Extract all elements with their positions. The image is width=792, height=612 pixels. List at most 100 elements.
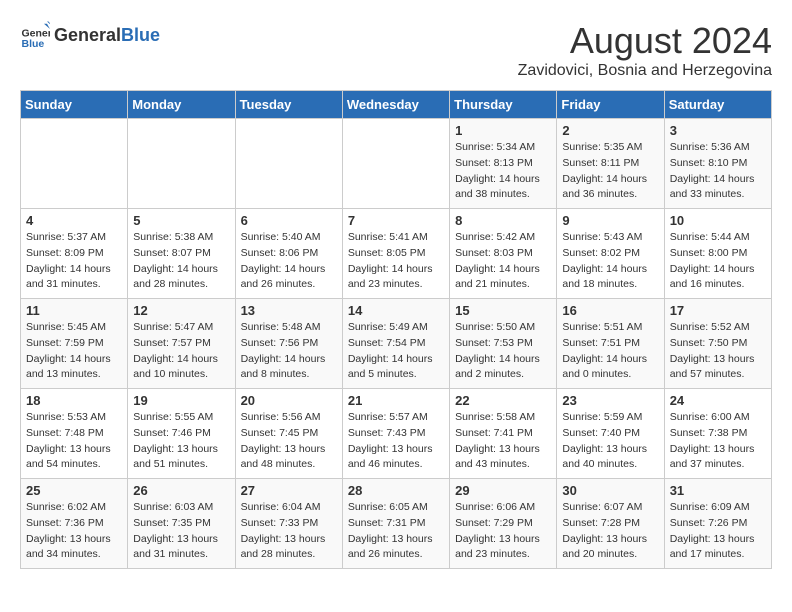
day-info: Sunrise: 5:44 AM Sunset: 8:00 PM Dayligh…	[670, 230, 766, 293]
day-number: 6	[241, 213, 337, 228]
calendar-week-4: 18 Sunrise: 5:53 AM Sunset: 7:48 PM Dayli…	[21, 389, 772, 479]
calendar-cell: 6 Sunrise: 5:40 AM Sunset: 8:06 PM Daylig…	[235, 209, 342, 299]
weekday-header-saturday: Saturday	[664, 91, 771, 119]
day-number: 23	[562, 393, 658, 408]
day-info: Sunrise: 6:03 AM Sunset: 7:35 PM Dayligh…	[133, 500, 229, 563]
calendar-cell	[235, 119, 342, 209]
day-info: Sunrise: 5:56 AM Sunset: 7:45 PM Dayligh…	[241, 410, 337, 473]
calendar-cell: 15Sunrise: 5:50 AM Sunset: 7:53 PM Dayli…	[450, 299, 557, 389]
day-number: 11	[26, 303, 122, 318]
day-number: 3	[670, 123, 766, 138]
day-info: Sunrise: 5:48 AM Sunset: 7:56 PM Dayligh…	[241, 320, 337, 383]
weekday-header-wednesday: Wednesday	[342, 91, 449, 119]
day-info: Sunrise: 5:42 AM Sunset: 8:03 PM Dayligh…	[455, 230, 551, 293]
calendar-cell: 19 Sunrise: 5:55 AM Sunset: 7:46 PM Dayli…	[128, 389, 235, 479]
svg-text:Blue: Blue	[22, 38, 45, 50]
calendar-cell: 18 Sunrise: 5:53 AM Sunset: 7:48 PM Dayli…	[21, 389, 128, 479]
day-number: 29	[455, 483, 551, 498]
logo-icon: General Blue	[20, 20, 50, 50]
day-info: Sunrise: 5:52 AM Sunset: 7:50 PM Dayligh…	[670, 320, 766, 383]
calendar-cell: 9 Sunrise: 5:43 AM Sunset: 8:02 PM Daylig…	[557, 209, 664, 299]
day-info: Sunrise: 5:47 AM Sunset: 7:57 PM Dayligh…	[133, 320, 229, 383]
day-info: Sunrise: 5:37 AM Sunset: 8:09 PM Dayligh…	[26, 230, 122, 293]
day-info: Sunrise: 5:41 AM Sunset: 8:05 PM Dayligh…	[348, 230, 444, 293]
weekday-header-sunday: Sunday	[21, 91, 128, 119]
calendar-cell: 5 Sunrise: 5:38 AM Sunset: 8:07 PM Daylig…	[128, 209, 235, 299]
day-info: Sunrise: 5:36 AM Sunset: 8:10 PM Dayligh…	[670, 140, 766, 203]
calendar-cell: 17Sunrise: 5:52 AM Sunset: 7:50 PM Dayli…	[664, 299, 771, 389]
day-info: Sunrise: 5:43 AM Sunset: 8:02 PM Dayligh…	[562, 230, 658, 293]
calendar-cell: 31Sunrise: 6:09 AM Sunset: 7:26 PM Dayli…	[664, 479, 771, 569]
calendar-cell: 26 Sunrise: 6:03 AM Sunset: 7:35 PM Dayli…	[128, 479, 235, 569]
calendar-cell: 4Sunrise: 5:37 AM Sunset: 8:09 PM Daylig…	[21, 209, 128, 299]
day-number: 7	[348, 213, 444, 228]
day-info: Sunrise: 5:55 AM Sunset: 7:46 PM Dayligh…	[133, 410, 229, 473]
calendar-cell	[128, 119, 235, 209]
calendar-week-5: 25Sunrise: 6:02 AM Sunset: 7:36 PM Dayli…	[21, 479, 772, 569]
logo: General Blue General Blue	[20, 20, 160, 50]
day-number: 2	[562, 123, 658, 138]
day-info: Sunrise: 6:04 AM Sunset: 7:33 PM Dayligh…	[241, 500, 337, 563]
day-number: 5	[133, 213, 229, 228]
calendar-week-3: 11 Sunrise: 5:45 AM Sunset: 7:59 PM Dayli…	[21, 299, 772, 389]
calendar-cell: 10 Sunrise: 5:44 AM Sunset: 8:00 PM Dayli…	[664, 209, 771, 299]
location-subtitle: Zavidovici, Bosnia and Herzegovina	[518, 62, 772, 80]
calendar-cell: 24Sunrise: 6:00 AM Sunset: 7:38 PM Dayli…	[664, 389, 771, 479]
calendar-week-1: 1 Sunrise: 5:34 AM Sunset: 8:13 PM Daylig…	[21, 119, 772, 209]
calendar-cell: 30 Sunrise: 6:07 AM Sunset: 7:28 PM Dayli…	[557, 479, 664, 569]
day-number: 16	[562, 303, 658, 318]
day-number: 9	[562, 213, 658, 228]
day-number: 1	[455, 123, 551, 138]
calendar-cell: 21 Sunrise: 5:57 AM Sunset: 7:43 PM Dayli…	[342, 389, 449, 479]
day-info: Sunrise: 6:02 AM Sunset: 7:36 PM Dayligh…	[26, 500, 122, 563]
calendar-cell: 28Sunrise: 6:05 AM Sunset: 7:31 PM Dayli…	[342, 479, 449, 569]
day-number: 22	[455, 393, 551, 408]
day-info: Sunrise: 5:45 AM Sunset: 7:59 PM Dayligh…	[26, 320, 122, 383]
calendar-week-2: 4Sunrise: 5:37 AM Sunset: 8:09 PM Daylig…	[21, 209, 772, 299]
calendar-cell: 22Sunrise: 5:58 AM Sunset: 7:41 PM Dayli…	[450, 389, 557, 479]
day-info: Sunrise: 6:06 AM Sunset: 7:29 PM Dayligh…	[455, 500, 551, 563]
calendar-cell: 20 Sunrise: 5:56 AM Sunset: 7:45 PM Dayli…	[235, 389, 342, 479]
calendar-cell: 3 Sunrise: 5:36 AM Sunset: 8:10 PM Daylig…	[664, 119, 771, 209]
weekday-header-thursday: Thursday	[450, 91, 557, 119]
day-number: 20	[241, 393, 337, 408]
page-header: General Blue General Blue August 2024 Za…	[20, 20, 772, 80]
calendar-cell: 27Sunrise: 6:04 AM Sunset: 7:33 PM Dayli…	[235, 479, 342, 569]
calendar-cell	[21, 119, 128, 209]
day-info: Sunrise: 6:07 AM Sunset: 7:28 PM Dayligh…	[562, 500, 658, 563]
day-info: Sunrise: 5:53 AM Sunset: 7:48 PM Dayligh…	[26, 410, 122, 473]
weekday-header-tuesday: Tuesday	[235, 91, 342, 119]
day-info: Sunrise: 5:40 AM Sunset: 8:06 PM Dayligh…	[241, 230, 337, 293]
month-title: August 2024	[518, 20, 772, 62]
day-info: Sunrise: 5:38 AM Sunset: 8:07 PM Dayligh…	[133, 230, 229, 293]
day-info: Sunrise: 5:49 AM Sunset: 7:54 PM Dayligh…	[348, 320, 444, 383]
calendar-cell: 1 Sunrise: 5:34 AM Sunset: 8:13 PM Daylig…	[450, 119, 557, 209]
day-number: 28	[348, 483, 444, 498]
day-info: Sunrise: 5:34 AM Sunset: 8:13 PM Dayligh…	[455, 140, 551, 203]
weekday-header-friday: Friday	[557, 91, 664, 119]
calendar-cell: 29 Sunrise: 6:06 AM Sunset: 7:29 PM Dayli…	[450, 479, 557, 569]
calendar-cell: 12 Sunrise: 5:47 AM Sunset: 7:57 PM Dayli…	[128, 299, 235, 389]
day-number: 19	[133, 393, 229, 408]
day-info: Sunrise: 6:09 AM Sunset: 7:26 PM Dayligh…	[670, 500, 766, 563]
calendar-cell: 8Sunrise: 5:42 AM Sunset: 8:03 PM Daylig…	[450, 209, 557, 299]
calendar-cell	[342, 119, 449, 209]
weekday-header-monday: Monday	[128, 91, 235, 119]
day-number: 26	[133, 483, 229, 498]
day-number: 10	[670, 213, 766, 228]
calendar-cell: 25Sunrise: 6:02 AM Sunset: 7:36 PM Dayli…	[21, 479, 128, 569]
day-info: Sunrise: 5:51 AM Sunset: 7:51 PM Dayligh…	[562, 320, 658, 383]
title-block: August 2024 Zavidovici, Bosnia and Herze…	[518, 20, 772, 80]
calendar-cell: 23Sunrise: 5:59 AM Sunset: 7:40 PM Dayli…	[557, 389, 664, 479]
day-info: Sunrise: 5:57 AM Sunset: 7:43 PM Dayligh…	[348, 410, 444, 473]
day-number: 18	[26, 393, 122, 408]
calendar-cell: 14 Sunrise: 5:49 AM Sunset: 7:54 PM Dayli…	[342, 299, 449, 389]
calendar-cell: 7 Sunrise: 5:41 AM Sunset: 8:05 PM Daylig…	[342, 209, 449, 299]
day-number: 12	[133, 303, 229, 318]
day-number: 14	[348, 303, 444, 318]
calendar-table: SundayMondayTuesdayWednesdayThursdayFrid…	[20, 90, 772, 569]
calendar-cell: 11 Sunrise: 5:45 AM Sunset: 7:59 PM Dayli…	[21, 299, 128, 389]
day-number: 21	[348, 393, 444, 408]
day-number: 30	[562, 483, 658, 498]
day-number: 13	[241, 303, 337, 318]
